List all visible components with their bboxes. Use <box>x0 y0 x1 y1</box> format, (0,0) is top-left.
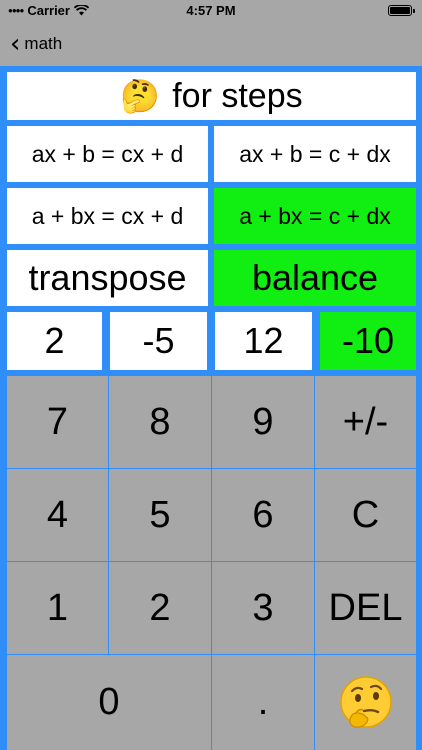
key-label: 8 <box>149 400 171 443</box>
key-label: C <box>351 493 380 536</box>
transpose-button[interactable]: transpose <box>7 250 208 306</box>
key-label: 6 <box>252 493 274 536</box>
key-3[interactable]: 3 <box>212 562 315 655</box>
form-label: a + bx = cx + d <box>31 202 184 229</box>
steps-button[interactable]: 🤔 for steps <box>7 72 416 120</box>
key-6[interactable]: 6 <box>212 469 315 562</box>
form-button-3[interactable]: a + bx = cx + d <box>7 188 208 244</box>
form-label: ax + b = c + dx <box>239 140 391 167</box>
coefficient-value: 2 <box>44 320 65 361</box>
battery-icon <box>388 5 415 16</box>
coefficient-value: 12 <box>243 320 284 361</box>
key-8[interactable]: 8 <box>109 376 212 469</box>
form-button-4[interactable]: a + bx = c + dx <box>214 188 416 244</box>
key-label: +/- <box>342 400 389 443</box>
key-1[interactable]: 1 <box>7 562 109 655</box>
status-bar: ●●●● Carrier 4:57 PM <box>0 0 422 22</box>
method-label: balance <box>251 257 379 298</box>
form-label: ax + b = cx + d <box>31 140 184 167</box>
coefficient-c-field[interactable]: 12 <box>215 312 312 370</box>
sign-toggle-key[interactable]: +/- <box>315 376 416 469</box>
coefficient-value: -10 <box>341 320 395 361</box>
key-label: DEL <box>328 586 403 629</box>
key-4[interactable]: 4 <box>7 469 109 562</box>
navigation-bar: ‹ math <box>0 22 422 66</box>
key-label: 0 <box>98 681 120 723</box>
key-label: 5 <box>149 493 171 536</box>
form-button-2[interactable]: ax + b = c + dx <box>214 126 416 182</box>
form-label: a + bx = c + dx <box>239 202 391 229</box>
clear-key[interactable]: C <box>315 469 416 562</box>
coefficient-d-field[interactable]: -10 <box>320 312 416 370</box>
method-label: transpose <box>28 257 187 298</box>
clock: 4:57 PM <box>186 3 236 18</box>
key-label: 1 <box>46 586 69 629</box>
key-label: 7 <box>46 400 69 443</box>
key-9[interactable]: 9 <box>212 376 315 469</box>
key-label: 9 <box>252 400 274 443</box>
back-label: math <box>24 34 63 53</box>
key-label: . <box>257 681 269 723</box>
steps-label: for steps <box>172 76 303 115</box>
key-2[interactable]: 2 <box>109 562 212 655</box>
thinking-face-icon <box>339 675 392 728</box>
key-label: 3 <box>252 586 274 629</box>
key-0[interactable]: 0 <box>7 655 212 750</box>
key-5[interactable]: 5 <box>109 469 212 562</box>
decimal-key[interactable]: . <box>212 655 315 750</box>
coefficient-b-field[interactable]: -5 <box>110 312 207 370</box>
thinking-face-icon: 🤔 <box>120 77 161 115</box>
key-7[interactable]: 7 <box>7 376 109 469</box>
back-button[interactable]: ‹ math <box>10 30 62 58</box>
key-label: 2 <box>149 586 171 629</box>
form-button-1[interactable]: ax + b = cx + d <box>7 126 208 182</box>
chevron-left-icon: ‹ <box>10 29 21 59</box>
coefficient-a-field[interactable]: 2 <box>7 312 102 370</box>
key-label: 4 <box>46 493 69 536</box>
solve-key[interactable] <box>315 655 416 750</box>
delete-key[interactable]: DEL <box>315 562 416 655</box>
coefficient-value: -5 <box>142 320 175 361</box>
keypad: 7 8 9 +/- 4 5 6 C 1 2 3 DEL 0 . <box>7 376 416 750</box>
balance-button[interactable]: balance <box>214 250 416 306</box>
